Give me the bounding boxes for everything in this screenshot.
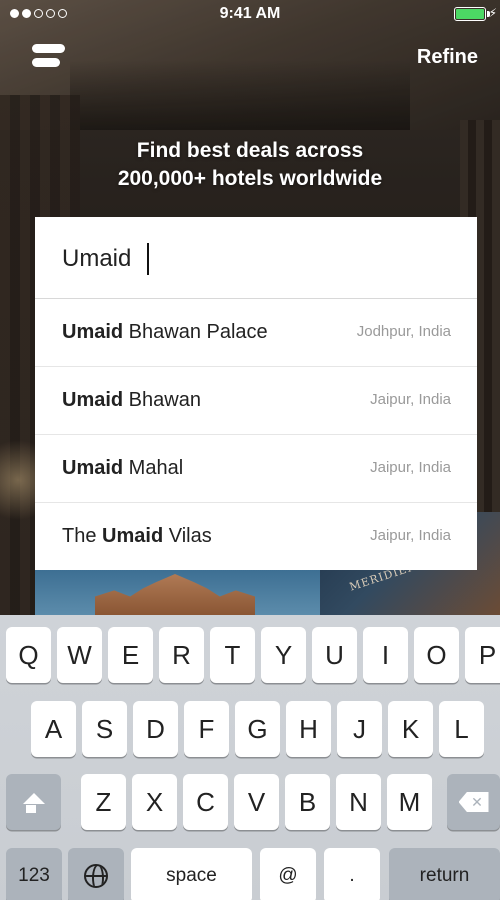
- key-m[interactable]: M: [387, 774, 432, 830]
- shift-icon: [22, 792, 45, 804]
- key-b[interactable]: B: [285, 774, 330, 830]
- key-g[interactable]: G: [235, 701, 280, 757]
- result-name-match: Umaid: [62, 457, 124, 479]
- at-key[interactable]: @: [260, 848, 316, 900]
- result-item[interactable]: Umaid Mahal Jaipur, India: [35, 435, 477, 503]
- result-name-match: Umaid: [102, 525, 164, 547]
- result-location: Jaipur, India: [370, 391, 451, 408]
- key-a[interactable]: A: [31, 701, 76, 757]
- hotel-photo-palace: [35, 570, 320, 615]
- status-bar: 9:41 AM ⚡: [0, 0, 500, 28]
- key-i[interactable]: I: [363, 627, 408, 683]
- refine-button[interactable]: Refine: [417, 46, 478, 69]
- headline-line-2: 200,000+ hotels worldwide: [117, 167, 383, 190]
- result-location: Jaipur, India: [370, 459, 451, 476]
- keyboard: Q W E R T Y U I O P A S D F G H J K L Z X C V B N M ✕ 123 space @. ret…: [0, 615, 500, 900]
- battery-icon: [454, 7, 490, 21]
- return-key[interactable]: return: [389, 848, 500, 900]
- text-cursor: [147, 243, 149, 275]
- key-q[interactable]: Q: [6, 627, 51, 683]
- result-item[interactable]: The Umaid Vilas Jaipur, India: [35, 503, 477, 571]
- dot-key[interactable]: .: [324, 848, 380, 900]
- key-v[interactable]: V: [234, 774, 279, 830]
- status-time: 9:41 AM: [219, 5, 281, 22]
- key-e[interactable]: E: [108, 627, 153, 683]
- result-name-match: Umaid: [62, 389, 124, 411]
- delete-x-icon: ✕: [471, 793, 483, 810]
- result-name-prefix: The: [62, 525, 103, 547]
- search-card: Umaid Bhawan PalaceJodhpur, IndiaUmaid B…: [35, 217, 477, 570]
- search-row: [35, 217, 477, 299]
- result-name: Umaid Mahal: [62, 457, 183, 480]
- headline: Find best deals across 200,000+ hotels w…: [0, 137, 500, 193]
- key-w[interactable]: W: [57, 627, 102, 683]
- headline-line-1: Find best deals across: [136, 139, 364, 162]
- result-name: Umaid Bhawan Palace: [62, 321, 268, 344]
- result-item[interactable]: Umaid Bhawan Palace Jodhpur, India: [35, 299, 477, 367]
- result-name-match: Umaid: [62, 321, 124, 343]
- key-u[interactable]: U: [312, 627, 357, 683]
- numbers-key[interactable]: 123: [6, 848, 62, 900]
- menu-bar-top: [32, 44, 65, 53]
- key-s[interactable]: S: [82, 701, 127, 757]
- key-r[interactable]: R: [159, 627, 204, 683]
- shift-key[interactable]: [6, 774, 61, 830]
- search-input[interactable]: [62, 241, 452, 277]
- palace-silhouette: [95, 574, 255, 615]
- result-item[interactable]: Umaid Bhawan Jaipur, India: [35, 367, 477, 435]
- result-location: Jaipur, India: [370, 527, 451, 544]
- result-name-suffix: Bhawan: [123, 389, 201, 411]
- globe-icon: [84, 864, 108, 888]
- key-d[interactable]: D: [133, 701, 178, 757]
- key-y[interactable]: Y: [261, 627, 306, 683]
- key-k[interactable]: K: [388, 701, 433, 757]
- result-location: Jodhpur, India: [356, 323, 451, 340]
- menu-icon[interactable]: [32, 44, 68, 70]
- result-name: The Umaid Vilas: [62, 525, 212, 548]
- key-p[interactable]: P: [465, 627, 500, 683]
- key-f[interactable]: F: [184, 701, 229, 757]
- key-n[interactable]: N: [336, 774, 381, 830]
- result-name-suffix: Bhawan Palace: [123, 321, 268, 343]
- result-name-suffix: Mahal: [123, 457, 184, 479]
- key-c[interactable]: C: [183, 774, 228, 830]
- key-j[interactable]: J: [337, 701, 382, 757]
- key-l[interactable]: L: [439, 701, 484, 757]
- results-list: Umaid Bhawan Palace Jodhpur, India Umaid B…: [35, 299, 477, 571]
- charging-icon: ⚡: [488, 6, 497, 20]
- globe-key[interactable]: [68, 848, 124, 900]
- key-z[interactable]: Z: [81, 774, 126, 830]
- key-o[interactable]: O: [414, 627, 459, 683]
- delete-key[interactable]: ✕: [447, 774, 500, 830]
- key-h[interactable]: H: [286, 701, 331, 757]
- menu-bar-bottom: [32, 58, 60, 67]
- key-t[interactable]: T: [210, 627, 255, 683]
- result-name: Umaid Bhawan: [62, 389, 201, 412]
- delete-icon: ✕: [458, 792, 489, 812]
- result-name-suffix: Vilas: [163, 525, 212, 547]
- key-x[interactable]: X: [132, 774, 177, 830]
- shift-icon-stem: [26, 805, 36, 813]
- battery-level: [456, 9, 484, 19]
- space-key[interactable]: space: [131, 848, 252, 900]
